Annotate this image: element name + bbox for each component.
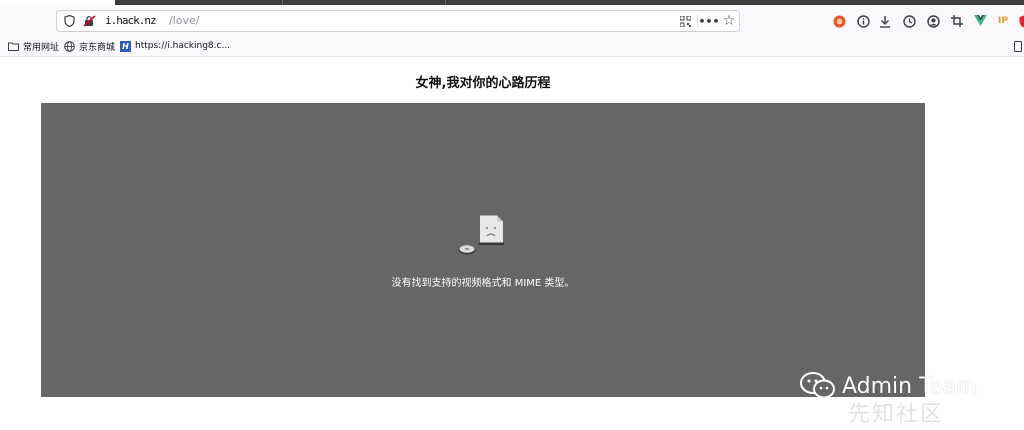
url-host-text: i.hack.nz [105, 14, 157, 27]
bookmark-label: 常用网址 [23, 42, 60, 53]
bookmark-folder-common[interactable]: 常用网址 [8, 39, 59, 53]
bookmarks-toolbar: 常用网址 京东商城 H https://i.hacking8.c... [0, 36, 1024, 57]
shield-tracking-icon[interactable] [61, 13, 77, 29]
clock-icon[interactable] [901, 13, 917, 29]
crop-icon[interactable] [949, 13, 965, 29]
video-player[interactable] [41, 103, 925, 397]
download-icon[interactable] [877, 13, 893, 29]
bookmark-mobile[interactable] [1012, 39, 1023, 53]
wechat-icon [800, 372, 835, 399]
video-error-message: 没有找到支持的视频格式和 MIME 类型。 [391, 278, 575, 289]
bookmark-jd[interactable]: 京东商城 [64, 39, 115, 53]
info-icon[interactable] [855, 13, 871, 29]
pwn-icon[interactable] [831, 13, 847, 29]
bookmark-star-icon[interactable]: ☆ [721, 13, 737, 29]
shield-icon[interactable] [1016, 13, 1024, 29]
tab-strip [115, 0, 1024, 5]
mobile-icon [1012, 40, 1023, 52]
url-bar[interactable]: i.hack.nz /love/ ••• ☆ [56, 10, 740, 32]
page-title: 女神,我对你的心路历程 [415, 76, 551, 91]
globe-icon [64, 40, 75, 52]
bookmark-label: https://i.hacking8.c... [135, 41, 231, 51]
disc-icon [458, 245, 476, 255]
vue-icon[interactable] [972, 13, 988, 29]
hacking8-icon: H [120, 40, 131, 52]
nav-toolbar: i.hack.nz /love/ ••• ☆ IP [0, 6, 1024, 36]
insecure-lock-icon[interactable] [81, 13, 97, 29]
account-icon[interactable] [925, 13, 941, 29]
url-path-text: /love/ [169, 14, 200, 27]
bookmark-hacking8[interactable]: H https://i.hacking8.c... [120, 39, 230, 53]
more-actions-icon[interactable]: ••• [698, 13, 719, 29]
bookmark-label: 京东商城 [79, 42, 116, 53]
qr-code-icon[interactable] [677, 13, 693, 29]
ip-icon[interactable]: IP [995, 13, 1011, 29]
folder-icon [8, 41, 19, 52]
tab-separator [282, 0, 283, 5]
watermark-text: Admin Team [842, 373, 978, 399]
watermark-subtext: 先知社区 [848, 402, 945, 427]
broken-file-icon [478, 215, 504, 245]
tab-separator [445, 0, 446, 5]
